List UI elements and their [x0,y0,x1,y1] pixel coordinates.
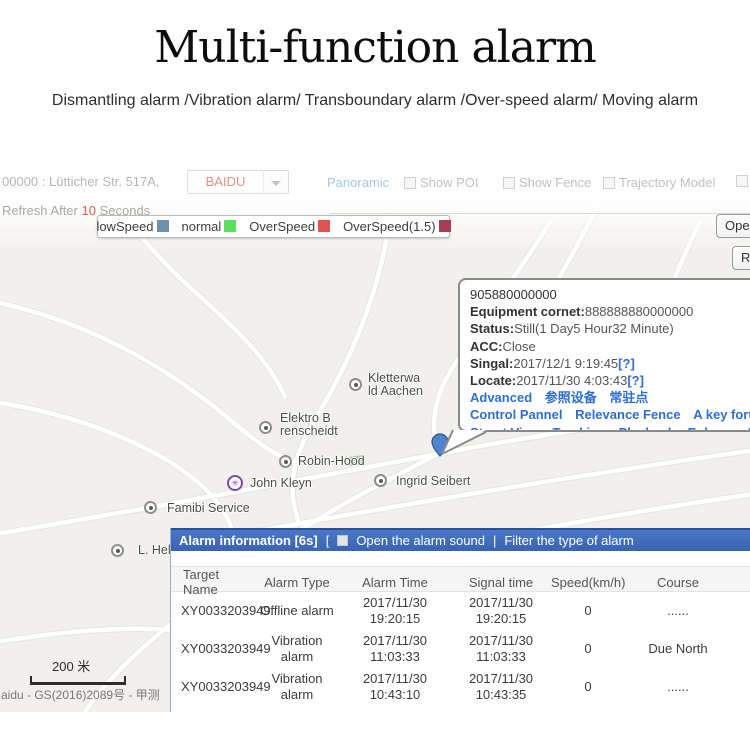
map-label-famibi-service: Famibi Service [167,502,250,515]
poi-icon [349,378,362,391]
checkbox-icon[interactable] [736,175,748,187]
col-course: Course [625,575,731,590]
col-alarm-type: Alarm Type [255,575,339,590]
table-row[interactable]: XY0033203949 Vibrationalarm 2017/11/3011… [171,630,750,668]
trajectory-model-checkbox[interactable]: Trajectory Model [603,175,715,190]
poi-icon [259,421,272,434]
pipe-separator: | [493,533,496,548]
poi-purple-icon [227,475,243,491]
refresh-prefix: Refresh After [2,203,78,218]
alarm-panel-title: Alarm information [6s] [179,533,318,548]
map-label-kletterwald: Kletterwa ld Aachen [368,372,423,398]
popup-links-row1: Advanced 参照设备 常驻点 [470,389,750,406]
signal-help-link[interactable]: [?] [618,356,635,371]
device-info-popup: 905880000000 Equipment cornet:8888888800… [458,278,750,432]
control-panel-link[interactable]: Control Pannel [470,407,562,422]
trajectory-model-label: Trajectory Model [619,175,715,190]
bracket-text: [ [326,533,330,548]
legend-item-lowspeed: lowSpeed [96,219,168,234]
poi-icon [144,501,157,514]
current-address-text: 00000 : Lütticher Str. 517A, [2,174,160,189]
tracking-link[interactable]: Tracking [552,425,605,432]
alarm-sound-label[interactable]: Open the alarm sound [356,533,485,548]
advanced-link[interactable]: Advanced [470,390,532,405]
popup-field: Locate:2017/11/30 4:03:43[?] [470,372,750,389]
legend-item-overspeed: OverSpeed [249,219,330,234]
legend-item-normal: normal [182,219,237,234]
chevron-down-icon[interactable] [263,170,289,194]
col-speed: Speed(km/h) [551,575,625,590]
popup-links-row3: Street View Tracking Playback Enlarge Ma… [470,424,750,432]
col-alarm-time: Alarm Time [339,575,451,590]
show-fence-checkbox[interactable]: Show Fence [503,175,591,190]
normal-swatch [224,220,236,232]
table-row[interactable]: XY0033203949 Offline alarm 2017/11/3019:… [171,592,750,630]
popup-links-row2: Control Pannel Relevance Fence A key for… [470,406,750,423]
checkbox-icon[interactable] [503,177,515,189]
map-label-robin-hood: Robin-Hood [298,455,365,468]
map-label-john-kleyn: John Kleyn [250,477,312,490]
legend-item-overspeed15: OverSpeed(1.5) [343,219,451,234]
checkbox-icon[interactable] [603,177,615,189]
tracker-app-screenshot: 00000 : Lütticher Str. 517A, BAIDU Panor… [0,162,750,712]
alarm-information-panel: Alarm information [6s] [ Open the alarm … [170,528,750,712]
poi-icon [279,455,292,468]
return-button[interactable]: R [732,246,750,270]
playback-link[interactable]: Playback [619,425,675,432]
map-provider-select[interactable]: BAIDU [187,170,264,194]
alarm-table-header: Target Name Alarm Type Alarm Time Signal… [171,566,750,592]
alarm-panel-titlebar: Alarm information [6s] [ Open the alarm … [171,528,750,551]
locate-help-link[interactable]: [?] [627,373,644,388]
filter-alarm-link[interactable]: Filter the type of alarm [504,533,633,548]
relevance-fence-link[interactable]: Relevance Fence [575,407,681,422]
show-fence-label: Show Fence [519,175,591,190]
table-row[interactable]: XY0033203949 Vibrationalarm 2017/11/3010… [171,668,750,706]
extra-checkbox[interactable] [736,175,748,187]
poi-icon [374,474,387,487]
popup-field: Status:Still(1 Day5 Hour32 Minute) [470,320,750,337]
page-title: Multi-function alarm [0,22,750,73]
overspeed15-swatch [439,220,451,232]
popup-tail [438,428,488,456]
refresh-value: 10 [82,203,96,218]
map-scale-bar [30,676,126,685]
show-poi-label: Show POI [420,175,479,190]
show-poi-checkbox[interactable]: Show POI [404,175,479,190]
popup-field: Equipment cornet:888888880000000 [470,303,750,320]
resident-point-link[interactable]: 常驻点 [609,390,648,405]
device-id: 905880000000 [470,286,750,303]
map-label-ingrid-seibert: Ingrid Seibert [396,475,470,488]
alarm-sound-checkbox[interactable] [337,535,348,546]
page-subtitle: Dismantling alarm /Vibration alarm/ Tran… [0,92,750,110]
col-target-name: Target Name [177,567,255,597]
checkbox-icon[interactable] [404,177,416,189]
lowspeed-swatch [157,220,169,232]
map-label-elektro: Elektro B renscheidt [280,412,338,438]
map-label-l-hel: L. Hel [138,544,171,557]
key-fortification-link[interactable]: A key fortification [693,407,750,422]
reference-device-link[interactable]: 参照设备 [545,390,597,405]
popup-field: Singal:2017/12/1 9:19:45[?] [470,355,750,372]
overspeed-swatch [318,220,330,232]
map-copyright: aidu - GS(2016)2089号 - 甲测 [1,686,160,703]
panoramic-link[interactable]: Panoramic [327,175,389,190]
open-button[interactable]: Open [716,214,750,238]
col-signal-time: Signal time [451,575,551,590]
toolbar-divider [330,213,750,214]
enlarge-link[interactable]: Enlarge [688,425,736,432]
popup-field: ACC:Close [470,338,750,355]
poi-icon [111,544,124,557]
speed-legend: lowSpeed normal OverSpeed OverSpeed(1.5) [97,215,450,238]
map-scale-text: 200 米 [52,656,90,675]
